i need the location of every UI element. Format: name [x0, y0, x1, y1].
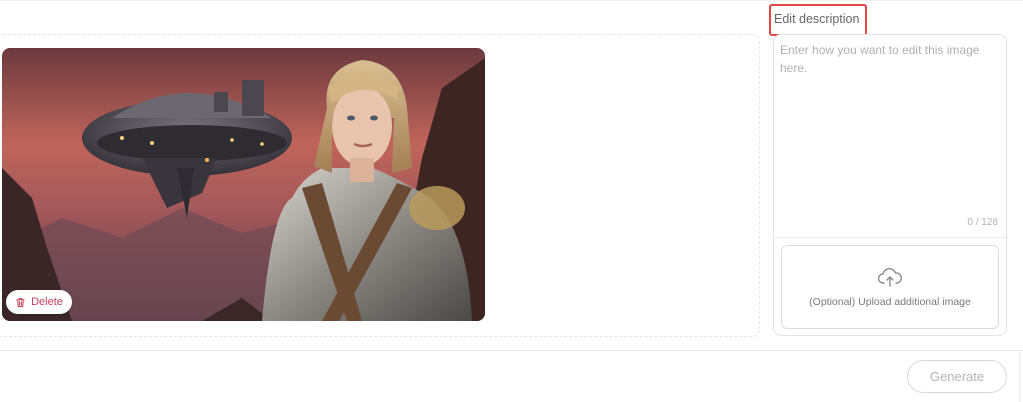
uploaded-image-picture — [2, 48, 485, 321]
uploaded-image — [2, 48, 485, 321]
upload-label: (Optional) Upload additional image — [809, 296, 971, 308]
generate-button[interactable]: Generate — [907, 360, 1007, 393]
character-count: 0 / 128 — [967, 217, 998, 228]
cloud-upload-icon — [877, 268, 902, 287]
edit-description-input[interactable] — [780, 41, 1000, 221]
edit-description-label: Edit description — [769, 4, 867, 36]
delete-label: Delete — [31, 296, 63, 308]
top-divider — [0, 0, 1023, 1]
panel-divider — [774, 237, 1006, 238]
upload-additional-image-button[interactable]: (Optional) Upload additional image — [781, 245, 999, 329]
footer-divider — [0, 350, 1023, 351]
footer-side-border — [1019, 350, 1020, 402]
edit-description-panel: 0 / 128 (Optional) Upload additional ima… — [773, 34, 1007, 336]
trash-icon — [16, 297, 25, 307]
delete-image-button[interactable]: Delete — [6, 290, 72, 314]
